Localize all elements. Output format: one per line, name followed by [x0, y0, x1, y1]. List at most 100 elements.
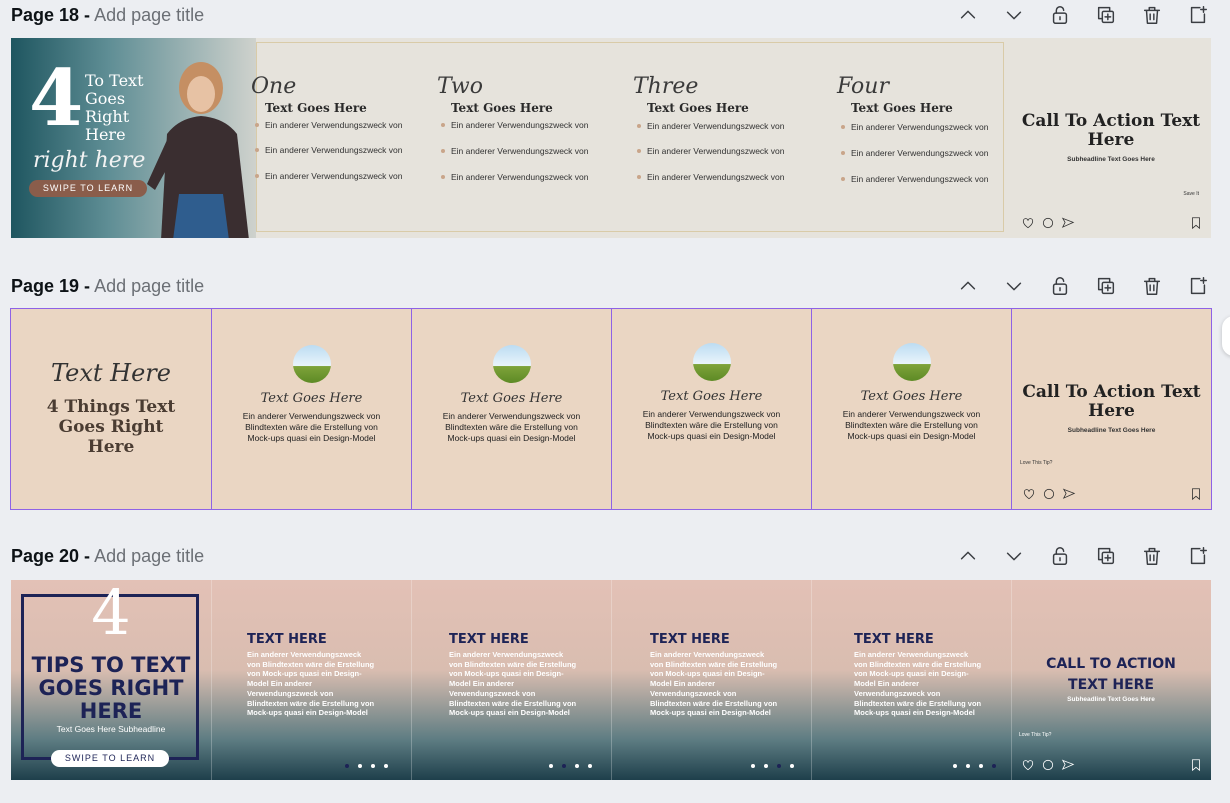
move-up-button[interactable] [945, 0, 991, 30]
swipe-button[interactable]: SWIPE TO LEARN [51, 750, 169, 767]
lock-button[interactable] [1037, 541, 1083, 571]
bullet-item: Ein anderer Verwendungszweck von [841, 122, 1021, 133]
page-20-canvas[interactable]: 4 TIPS TO TEXT GOES RIGHT HERE Text Goes… [11, 580, 1211, 780]
move-down-button[interactable] [991, 271, 1037, 301]
tip-body: Ein anderer Verwendungszweck von Blindte… [854, 650, 982, 718]
duplicate-icon [1097, 6, 1115, 24]
tip-slide[interactable]: Text Goes Here Ein anderer Verwendungszw… [812, 309, 1012, 509]
social-icons [1021, 758, 1075, 772]
hero-script: right here [33, 148, 146, 173]
tip-body: Ein anderer Verwendungszweck von Blindte… [242, 411, 381, 443]
cover-script: Text Here [51, 359, 171, 387]
move-down-button[interactable] [991, 0, 1037, 30]
cta-slide[interactable]: CALL TO ACTION TEXT HERE Subheadline Tex… [1011, 580, 1211, 780]
add-page-icon [1190, 6, 1207, 24]
tip-slide[interactable]: TEXT HERE Ein anderer Verwendungszweck v… [611, 580, 811, 780]
chevron-down-icon [1006, 552, 1022, 561]
heart-icon [1022, 760, 1034, 771]
add-page-title[interactable]: Add page title [94, 276, 204, 296]
page-19-header: Page 19 - Add page title [11, 271, 1221, 301]
heart-icon [1022, 218, 1034, 229]
bullet-item: Ein anderer Verwendungszweck von [637, 172, 817, 183]
step-four[interactable]: Four Text Goes Here Ein anderer Verwendu… [837, 38, 1027, 238]
landscape-image [892, 343, 931, 381]
person-photo [147, 62, 249, 238]
step-three[interactable]: Three Text Goes Here Ein anderer Verwend… [633, 38, 823, 238]
cover-slide[interactable]: Text Here 4 Things Text Goes Right Here [11, 309, 212, 509]
step-heading: Text Goes Here [451, 101, 553, 115]
add-page-button[interactable] [1175, 271, 1221, 301]
landscape-image [292, 345, 331, 383]
cta-slide[interactable]: Call To Action Text Here Subheadline Tex… [1012, 309, 1211, 509]
cover-slide[interactable]: 4 TIPS TO TEXT GOES RIGHT HERE Text Goes… [11, 580, 211, 780]
trash-icon [1143, 547, 1161, 565]
add-page-button[interactable] [1175, 541, 1221, 571]
hero-line: To Text [85, 71, 144, 90]
page-title[interactable]: Page 19 - Add page title [11, 275, 204, 297]
page-18-canvas[interactable]: 4 To Text Goes Right Here right here SWI… [11, 38, 1211, 238]
tip-slide[interactable]: TEXT HERE Ein anderer Verwendungszweck v… [811, 580, 1011, 780]
tip-script-title: Text Goes Here [460, 391, 563, 406]
lock-icon [1052, 6, 1068, 24]
tip-slide[interactable]: TEXT HERE Ein anderer Verwendungszweck v… [211, 580, 411, 780]
add-page-icon [1190, 277, 1207, 295]
tip-slide[interactable]: Text Goes Here Ein anderer Verwendungszw… [412, 309, 612, 509]
lock-button[interactable] [1037, 271, 1083, 301]
page-toolbar [945, 541, 1221, 571]
step-two[interactable]: Two Text Goes Here Ein anderer Verwendun… [437, 38, 627, 238]
page-title[interactable]: Page 18 - Add page title [11, 4, 204, 26]
page-toolbar [945, 271, 1221, 301]
trash-icon [1143, 277, 1161, 295]
send-icon [1061, 759, 1075, 770]
delete-button[interactable] [1129, 541, 1175, 571]
duplicate-button[interactable] [1083, 0, 1129, 30]
step-heading: Text Goes Here [647, 101, 749, 115]
add-page-title[interactable]: Add page title [94, 546, 204, 566]
cover-subheadline: Text Goes Here Subheadline [56, 724, 166, 734]
chevron-down-icon [1006, 282, 1022, 291]
add-page-button[interactable] [1175, 0, 1221, 30]
page-toolbar [945, 0, 1221, 30]
hero-slide[interactable]: 4 To Text Goes Right Here right here SWI… [11, 38, 256, 238]
lock-icon [1052, 277, 1068, 295]
tip-script-title: Text Goes Here [260, 391, 363, 406]
chevron-down-icon [1006, 11, 1022, 20]
tip-slide[interactable]: TEXT HERE Ein anderer Verwendungszweck v… [411, 580, 611, 780]
landscape-image [492, 345, 531, 383]
move-up-button[interactable] [945, 271, 991, 301]
tip-slide[interactable]: Text Goes Here Ein anderer Verwendungszw… [212, 309, 412, 509]
big-number: 4 [91, 580, 131, 649]
bullet-item: Ein anderer Verwendungszweck von [255, 120, 435, 131]
move-down-button[interactable] [991, 541, 1037, 571]
page-number: Page 18 - [11, 5, 91, 25]
duplicate-button[interactable] [1083, 271, 1129, 301]
swipe-button[interactable]: SWIPE TO LEARN [29, 180, 147, 197]
cover-headline: TIPS TO TEXT GOES RIGHT HERE [31, 653, 191, 723]
hero-line: Right [85, 107, 130, 126]
step-number-script: Two [437, 74, 483, 99]
step-number-script: Three [633, 74, 699, 99]
tip-body: Ein anderer Verwendungszweck von Blindte… [842, 409, 981, 441]
lock-button[interactable] [1037, 0, 1083, 30]
bullet-item: Ein anderer Verwendungszweck von [637, 146, 817, 157]
page-number: Page 20 - [11, 546, 91, 566]
bullet-item: Ein anderer Verwendungszweck von [841, 174, 1021, 185]
delete-button[interactable] [1129, 0, 1175, 30]
add-page-title[interactable]: Add page title [94, 5, 204, 25]
move-up-button[interactable] [945, 541, 991, 571]
tip-body: Ein anderer Verwendungszweck von Blindte… [442, 411, 581, 443]
bookmark-icon [1192, 217, 1200, 230]
cta-title: Call To Action Text Here [1021, 111, 1201, 150]
cta-slide[interactable]: Call To Action Text Here Subheadline Tex… [1011, 38, 1211, 238]
delete-button[interactable] [1129, 271, 1175, 301]
page-title[interactable]: Page 20 - Add page title [11, 545, 204, 567]
send-icon [1062, 488, 1076, 499]
duplicate-button[interactable] [1083, 541, 1129, 571]
step-one[interactable]: One Text Goes Here Ein anderer Verwendun… [251, 38, 441, 238]
send-icon [1061, 217, 1075, 228]
scroll-handle[interactable] [1222, 316, 1230, 356]
tip-heading: TEXT HERE [650, 632, 730, 647]
tip-slide[interactable]: Text Goes Here Ein anderer Verwendungszw… [612, 309, 812, 509]
page-19-canvas[interactable]: Text Here 4 Things Text Goes Right Here … [10, 308, 1212, 510]
tip-heading: TEXT HERE [854, 632, 934, 647]
